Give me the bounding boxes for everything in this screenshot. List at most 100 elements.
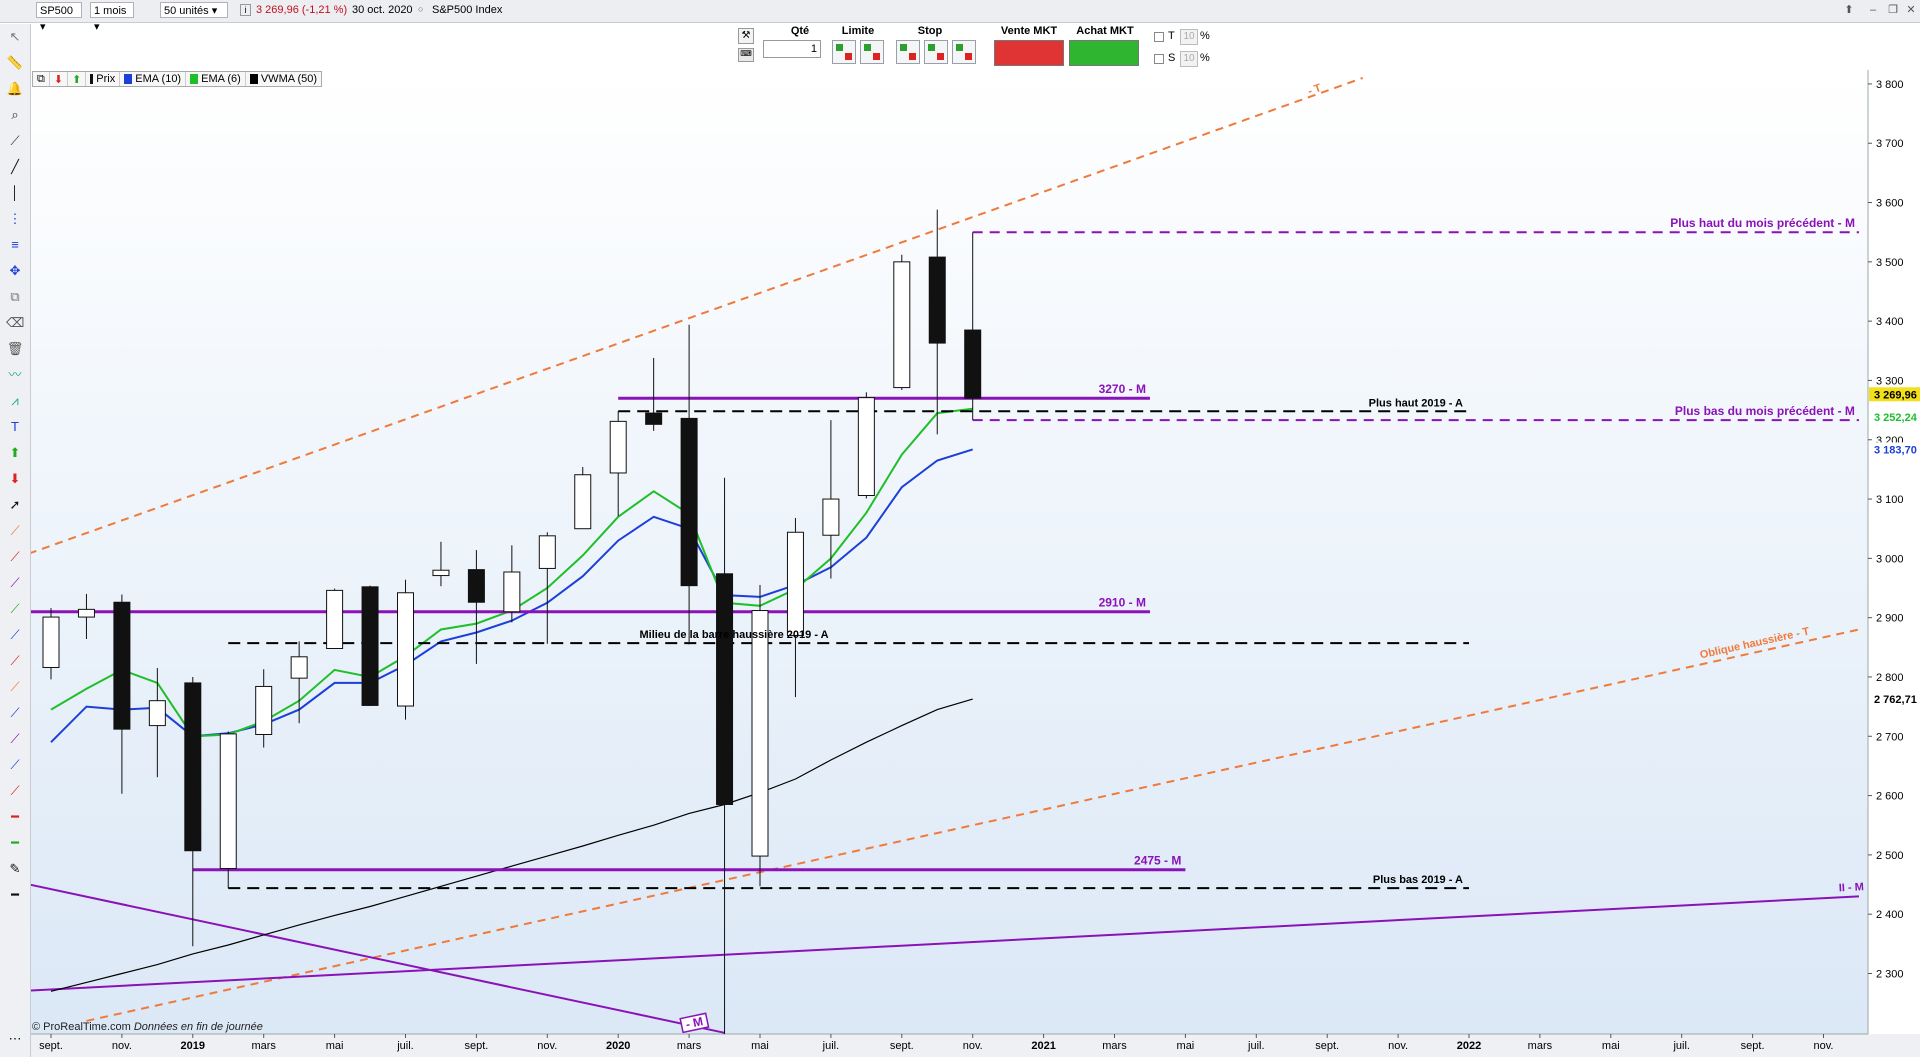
x-tick-label: juil. (1247, 1040, 1265, 1052)
price-tag-label: 2 762,71 (1874, 694, 1917, 706)
price-chart: 3270 - M 2910 - M 2475 - M Plus haut 2019 -… (31, 70, 1920, 1057)
annotation-label: Milieu de la barre haussière 2019 - A (639, 629, 828, 641)
annotation-label: Plus haut 2019 - A (1369, 397, 1463, 409)
candle-body (184, 682, 202, 852)
x-tick-label: mai (751, 1040, 769, 1052)
legend-vwma[interactable]: VWMA (50) (246, 72, 321, 86)
x-tick-label: 2019 (181, 1040, 205, 1052)
y-tick-label: 3 000 (1876, 553, 1904, 565)
candle-body (432, 569, 450, 577)
annotation-label: 2475 - M (1134, 854, 1181, 868)
y-tick-label: 3 700 (1876, 138, 1904, 150)
price-axis-background (1868, 70, 1920, 1034)
y-tick-label: 2 300 (1876, 968, 1904, 980)
x-tick-label: juil. (396, 1040, 414, 1052)
copyright-brand: © ProRealTime.com (32, 1021, 131, 1033)
candle-body (290, 656, 308, 679)
y-tick-label: 2 500 (1876, 850, 1904, 862)
x-tick-label: juil. (822, 1040, 840, 1052)
x-tick-label: nov. (112, 1040, 132, 1052)
candle-body (857, 397, 875, 496)
annotation-label: Plus bas du mois précédent - M (1675, 404, 1855, 418)
x-tick-label: mars (1528, 1040, 1553, 1052)
x-tick-label: sept. (1315, 1040, 1339, 1052)
x-tick-label: mars (251, 1040, 276, 1052)
candle-body (255, 685, 273, 735)
annotation-label: Plus bas 2019 - A (1373, 874, 1463, 886)
legend-vwma-label: VWMA (50) (260, 73, 318, 85)
x-tick-label: sept. (890, 1040, 914, 1052)
candle-body (113, 601, 131, 730)
price-tag-label: 3 252,24 (1874, 412, 1918, 424)
legend-sell-icon[interactable]: ⬇ (50, 72, 69, 86)
candle-body (680, 417, 698, 587)
candle-body (964, 329, 982, 399)
legend-ema10-label: EMA (10) (135, 73, 182, 85)
x-tick-label: nov. (1388, 1040, 1408, 1052)
indicator-legend: ⧉ ⬇ ⬆ Prix EMA (10) EMA (6) VWMA (50) (32, 71, 323, 87)
annotation-label: Plus haut du mois précédent - M (1670, 216, 1855, 230)
x-tick-label: juil. (1672, 1040, 1690, 1052)
y-tick-label: 3 300 (1876, 375, 1904, 387)
ema6-swatch (190, 74, 199, 84)
annotation-label: 3270 - M (1099, 382, 1146, 396)
copyright: © ProRealTime.com Données en fin de jour… (32, 1021, 263, 1033)
candle-body (42, 616, 60, 668)
candle-body (716, 573, 734, 805)
candle-body (538, 535, 556, 569)
candle-body (786, 531, 804, 636)
y-tick-label: 2 900 (1876, 613, 1904, 625)
x-tick-label: 2022 (1457, 1040, 1481, 1052)
candle-body (219, 733, 237, 870)
y-tick-label: 3 100 (1876, 494, 1904, 506)
x-tick-label: mai (1602, 1040, 1620, 1052)
x-tick-label: mai (326, 1040, 344, 1052)
price-tag-label: 3 269,96 (1874, 389, 1917, 401)
price-tag-label: 3 183,70 (1874, 444, 1917, 456)
y-tick-label: 2 800 (1876, 672, 1904, 684)
y-tick-label: 2 700 (1876, 731, 1904, 743)
y-tick-label: 2 600 (1876, 791, 1904, 803)
candle-body (397, 592, 414, 707)
legend-window-icon[interactable]: ⧉ (33, 72, 50, 86)
x-tick-label: mars (1102, 1040, 1127, 1052)
candle-body (574, 474, 592, 530)
candle-body (148, 700, 166, 727)
x-tick-label: nov. (963, 1040, 983, 1052)
candle-body (77, 608, 95, 618)
candle-body (467, 569, 485, 603)
x-tick-label: nov. (1814, 1040, 1834, 1052)
candle-body (503, 571, 521, 613)
y-tick-label: 3 600 (1876, 198, 1904, 210)
annotation-label: 2910 - M (1099, 596, 1146, 610)
y-tick-label: 3 500 (1876, 257, 1904, 269)
legend-ema6[interactable]: EMA (6) (186, 72, 246, 86)
legend-prix-label: Prix (96, 73, 116, 85)
x-tick-label: mars (677, 1040, 702, 1052)
legend-ema10[interactable]: EMA (10) (120, 72, 187, 86)
x-tick-label: sept. (1741, 1040, 1765, 1052)
x-tick-label: nov. (537, 1040, 557, 1052)
x-tick-label: sept. (464, 1040, 488, 1052)
x-tick-label: sept. (39, 1040, 63, 1052)
y-tick-label: 3 800 (1876, 79, 1904, 91)
candle-body (893, 261, 911, 389)
candle-body (751, 610, 769, 857)
legend-buy-icon[interactable]: ⬆ (68, 72, 87, 86)
y-tick-label: 2 400 (1876, 909, 1904, 921)
vwma-swatch (249, 74, 258, 84)
copyright-note: Données en fin de journée (133, 1021, 263, 1033)
x-tick-label: mai (1177, 1040, 1195, 1052)
ema10-swatch (124, 74, 133, 84)
candle-body (361, 586, 379, 706)
y-tick-label: 3 400 (1876, 316, 1904, 328)
legend-prix[interactable]: Prix (86, 72, 121, 86)
legend-ema6-label: EMA (6) (201, 73, 241, 85)
candle-body (645, 412, 663, 425)
prix-swatch (90, 74, 94, 84)
plot-background (31, 70, 1868, 1034)
trendline-label: II - M (1839, 881, 1865, 894)
x-tick-label: 2021 (1031, 1040, 1055, 1052)
candle-body (928, 256, 946, 344)
candle-body (822, 498, 840, 536)
